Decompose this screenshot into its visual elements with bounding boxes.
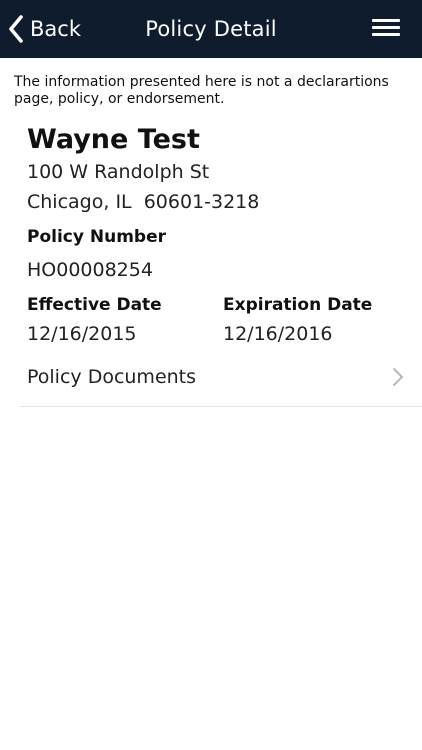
- menu-bar-bottom: [372, 33, 400, 36]
- policy-number-label: Policy Number: [27, 227, 166, 247]
- policy-number-value: HO00008254: [27, 259, 153, 281]
- address-line-2: Chicago, IL 60601-3218: [27, 191, 260, 213]
- navigation-bar: Back Policy Detail: [0, 0, 422, 58]
- menu-bar-top: [372, 19, 400, 22]
- page-title: Policy Detail: [145, 17, 277, 41]
- expiration-date-label: Expiration Date: [223, 295, 373, 315]
- hamburger-menu-icon[interactable]: [372, 17, 400, 39]
- chevron-right-icon: [393, 368, 403, 386]
- menu-bar-middle: [372, 26, 400, 29]
- policy-holder-name: Wayne Test: [27, 124, 200, 155]
- policy-documents-label: Policy Documents: [27, 366, 197, 388]
- effective-date-label: Effective Date: [27, 295, 162, 315]
- address-line-1: 100 W Randolph St: [27, 161, 210, 183]
- effective-date-value: 12/16/2015: [27, 323, 137, 345]
- policy-documents-row[interactable]: Policy Documents: [20, 358, 422, 407]
- expiration-date-value: 12/16/2016: [223, 323, 333, 345]
- disclaimer-text: The information presented here is not a …: [14, 74, 389, 107]
